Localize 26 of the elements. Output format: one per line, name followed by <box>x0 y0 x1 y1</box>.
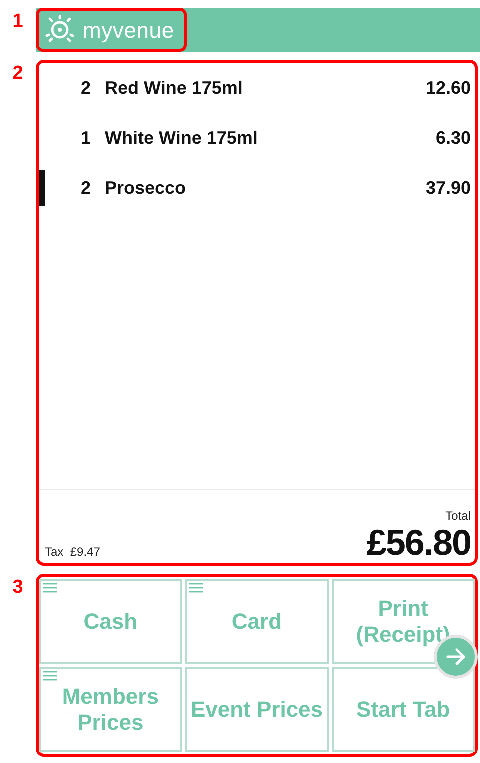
order-line[interactable]: 2 Red Wine 175ml 12.60 <box>39 63 475 113</box>
item-name: White Wine 175ml <box>105 126 259 150</box>
action-button[interactable]: Cash <box>39 579 182 664</box>
order-line[interactable]: 1 White Wine 175ml 6.30 <box>39 113 475 163</box>
callout-number: 1 <box>12 10 24 34</box>
item-price: 6.30 <box>436 126 471 150</box>
action-button[interactable]: Members Prices <box>39 667 182 752</box>
brand-name: myvenue <box>83 16 174 45</box>
total-amount: £56.80 <box>366 525 471 561</box>
total-label: Total <box>444 508 471 525</box>
tax-text: Tax £9.47 <box>45 544 100 561</box>
action-button[interactable]: Print (Receipt) <box>332 579 475 664</box>
item-name: Red Wine 175ml <box>105 76 244 100</box>
callout-number: 3 <box>12 576 24 600</box>
item-price: 37.90 <box>426 176 471 200</box>
item-quantity: 2 <box>80 76 91 100</box>
order-line[interactable]: 2 Prosecco 37.90 <box>39 163 475 213</box>
item-price: 12.60 <box>426 76 471 100</box>
callout-number: 2 <box>12 62 24 86</box>
logo-icon <box>45 15 75 45</box>
action-button[interactable]: Event Prices <box>185 667 329 752</box>
action-button[interactable]: Start Tab <box>332 667 475 752</box>
item-quantity: 2 <box>80 176 91 200</box>
item-quantity: 1 <box>80 126 91 150</box>
item-name: Prosecco <box>105 176 188 200</box>
action-button[interactable]: Card <box>185 579 329 664</box>
